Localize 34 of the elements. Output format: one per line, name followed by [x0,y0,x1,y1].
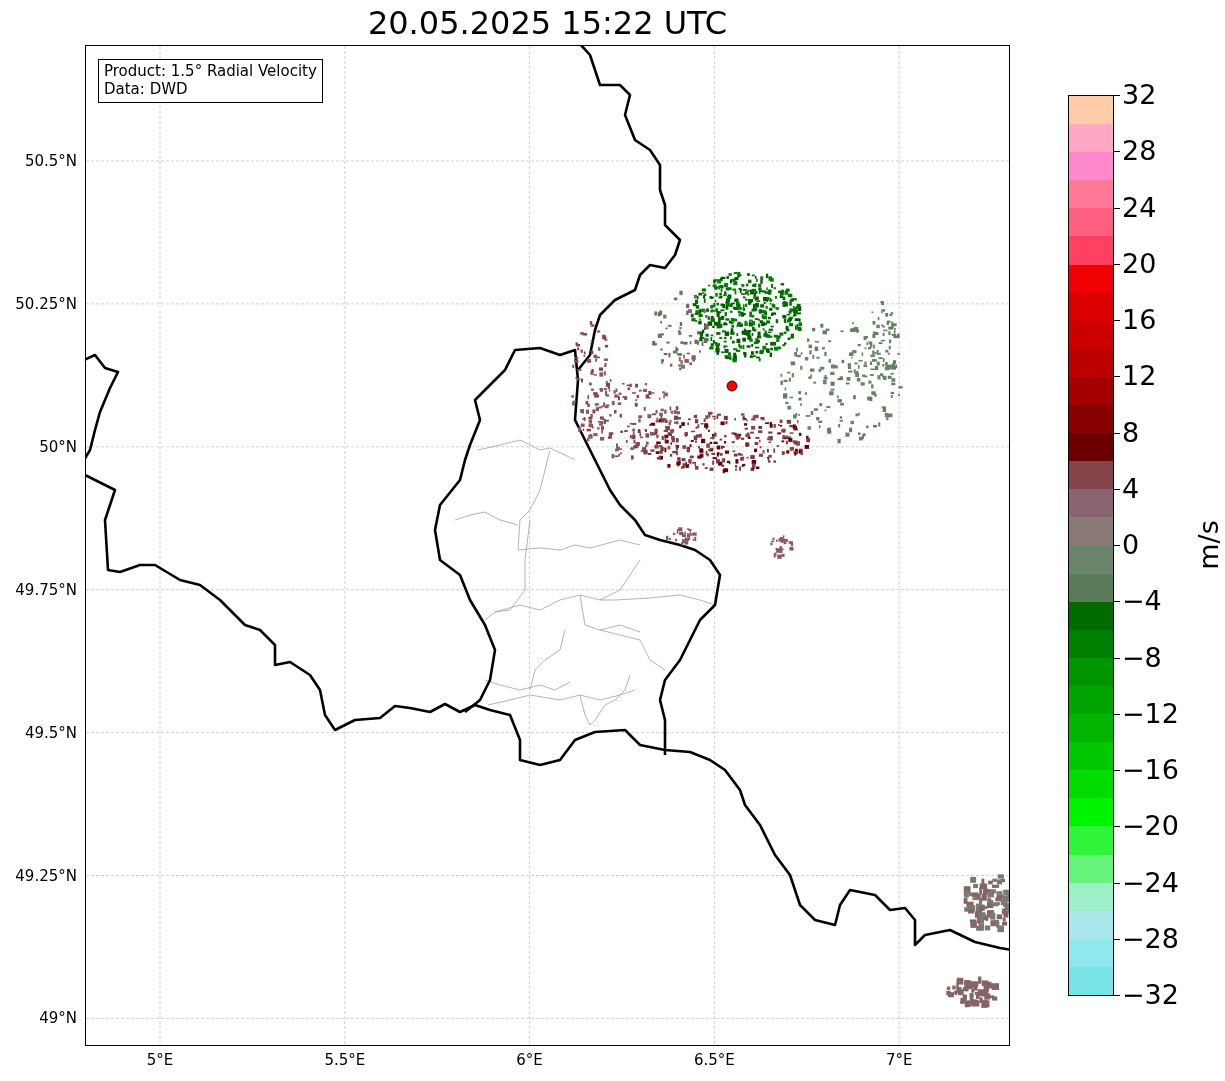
scale-tick-label: −20 [1122,811,1179,842]
scale-tick-label: 0 [1122,530,1140,560]
axis-tick-label: 50.25°N [15,294,77,313]
axis-tick-label: 7°E [885,1051,913,1069]
info-text: Product: 1.5° Radial Velocity [104,62,317,80]
axis-tick-label: 49°N [39,1009,77,1028]
axis-tick-label: 50.5°N [24,152,77,170]
radar-site-marker [726,380,738,392]
axis-tick-label: 49.75°N [15,580,77,599]
scale-tick-label: 12 [1122,361,1157,392]
scale-tick-label: 16 [1122,305,1157,335]
scale-tick-label: 32 [1122,80,1157,110]
scale-tick-label: 20 [1122,248,1157,279]
chart-title: 20.05.2025 15:22 UTC [367,3,728,43]
scale-tick-label: −4 [1122,586,1162,617]
scale-tick-label: −8 [1122,642,1162,673]
scale-tick-label: 8 [1122,417,1140,448]
info-text: Data: DWD [104,80,189,98]
axis-tick-label: 50°N [39,437,77,456]
axis-tick-label: 6°E [516,1051,543,1069]
scale-tick-label: 28 [1122,136,1157,167]
axis-tick-label: 49.5°N [24,723,77,742]
scale-tick-label: 4 [1122,473,1140,504]
scale-tick-label: −12 [1122,698,1179,729]
scale-tick-label: −16 [1122,755,1179,785]
axis-tick-label: 6.5°E [693,1051,735,1069]
axis-tick-label: 5°E [146,1051,174,1069]
axis-tick-label: 49.25°N [15,866,77,885]
scale-unit-label: m/s [1193,520,1224,570]
axis-tick-label: 5.5°E [324,1051,366,1069]
scale-tick-label: −24 [1122,867,1179,898]
scale-tick-label: −28 [1122,923,1179,954]
scale-tick-label: 24 [1122,192,1157,223]
scale-tick-label: −32 [1122,980,1179,1010]
